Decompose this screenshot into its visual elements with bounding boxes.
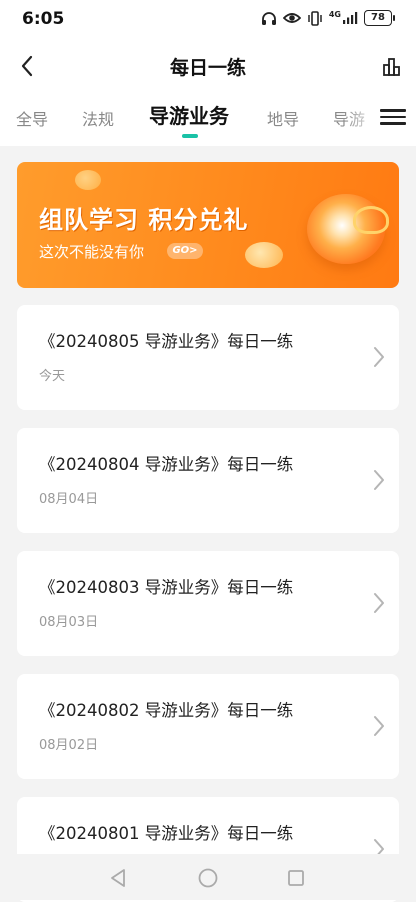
menu-line xyxy=(380,122,406,125)
gift-ribbon xyxy=(353,206,389,234)
tab-daoyou-yewu[interactable]: 导游业务 xyxy=(149,100,229,129)
status-icons: 4G 78 xyxy=(261,9,395,26)
practice-card[interactable]: 《20240804 导游业务》每日一练 08月04日 xyxy=(17,428,399,533)
practice-date: 08月04日 xyxy=(39,492,99,507)
chevron-right-icon xyxy=(374,470,384,490)
recents-square-icon-svg xyxy=(288,870,304,886)
status-time: 6:05 xyxy=(22,9,65,29)
back-triangle-icon-svg xyxy=(111,869,125,887)
practice-card[interactable]: 《20240803 导游业务》每日一练 08月03日 xyxy=(17,551,399,656)
eye-icon xyxy=(282,13,301,23)
coin-decoration xyxy=(245,242,283,268)
stats-button[interactable] xyxy=(376,52,408,82)
practice-title: 《20240804 导游业务》每日一练 xyxy=(39,455,294,474)
header: 每日一练 xyxy=(0,40,416,92)
system-nav-bar xyxy=(0,854,416,900)
home-circle-icon[interactable] xyxy=(196,866,220,890)
practice-card[interactable]: 《20240802 导游业务》每日一练 08月02日 xyxy=(17,674,399,779)
active-tab-indicator xyxy=(182,134,198,138)
practice-date: 08月02日 xyxy=(39,738,99,753)
status-bar: 6:05 4G 78 xyxy=(0,0,416,40)
practice-title: 《20240805 导游业务》每日一练 xyxy=(39,332,294,351)
practice-title: 《20240802 导游业务》每日一练 xyxy=(39,701,294,720)
coin-decoration xyxy=(75,170,101,190)
vibrate-icon xyxy=(308,10,322,26)
practice-date: 今天 xyxy=(39,369,66,384)
menu-line xyxy=(380,115,406,119)
tab-didao[interactable]: 地导 xyxy=(267,106,299,130)
practice-card[interactable]: 《20240805 导游业务》每日一练 今天 xyxy=(17,305,399,410)
back-triangle-icon[interactable] xyxy=(106,866,130,890)
promo-banner[interactable]: 组队学习 积分兑礼 这次不能没有你 GO> xyxy=(17,162,399,288)
page-title: 每日一练 xyxy=(169,57,246,79)
practice-date: 08月03日 xyxy=(39,615,99,630)
chevron-right-icon xyxy=(374,593,384,613)
menu-line xyxy=(380,109,406,112)
go-badge: GO> xyxy=(167,243,203,259)
signal-icon xyxy=(343,12,358,24)
recents-square-icon[interactable] xyxy=(284,866,308,890)
tab-quandao[interactable]: 全导 xyxy=(16,106,48,130)
tab-scroll-fade xyxy=(342,92,382,142)
practice-title: 《20240801 导游业务》每日一练 xyxy=(39,824,294,843)
headphones-icon xyxy=(261,11,276,25)
tab-fagui[interactable]: 法规 xyxy=(82,106,114,130)
battery-icon: 78 xyxy=(364,10,395,26)
hamburger-menu-icon[interactable] xyxy=(380,104,406,130)
chevron-right-icon xyxy=(374,347,384,367)
practice-title: 《20240803 导游业务》每日一练 xyxy=(39,578,294,597)
bar-chart-icon xyxy=(383,58,400,76)
home-circle-icon-svg xyxy=(198,868,218,888)
network-type: 4G xyxy=(328,9,341,19)
banner-subtitle: 这次不能没有你 xyxy=(39,243,145,261)
banner-title: 组队学习 积分兑礼 xyxy=(39,206,249,234)
chevron-right-icon xyxy=(374,716,384,736)
